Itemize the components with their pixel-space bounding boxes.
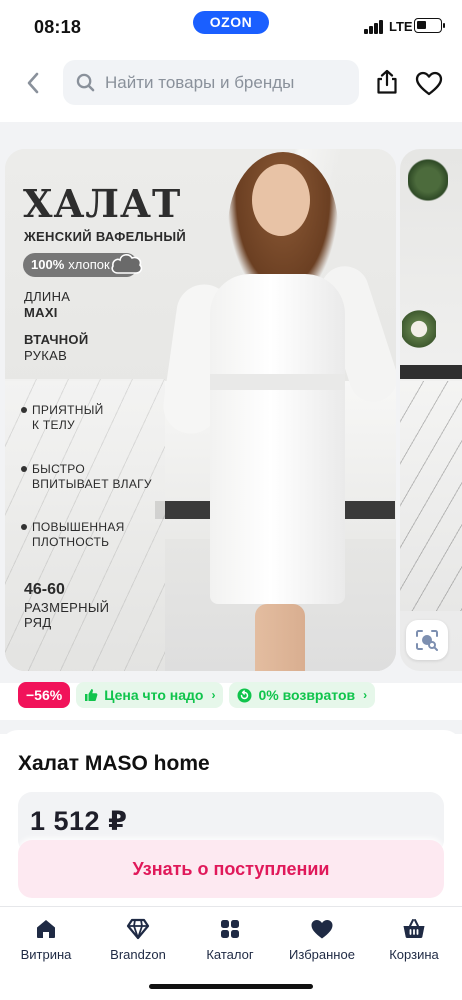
feature-bullet-2: БЫСТРО ВПИТЫВАЕТ ВЛАГУ bbox=[21, 462, 152, 492]
chevron-right-icon: › bbox=[211, 688, 216, 702]
length-value: MAXI bbox=[24, 305, 58, 320]
feature-1-line-1: ПРИЯТНЫЙ bbox=[32, 403, 104, 417]
home-indicator bbox=[149, 984, 313, 989]
cotton-badge: 100% хлопок bbox=[23, 253, 142, 277]
nav-item-favorites[interactable]: Избранное bbox=[276, 917, 368, 962]
nav-label: Корзина bbox=[389, 947, 439, 962]
ozon-logo-pill[interactable]: OZON bbox=[193, 11, 269, 34]
sleeve-bold: ВТАЧНОЙ bbox=[24, 332, 89, 347]
sleeve-text: РУКАВ bbox=[24, 348, 68, 363]
feature-bullet-1: ПРИЯТНЫЙ К ТЕЛУ bbox=[21, 403, 104, 433]
size-label-1: РАЗМЕРНЫЙ bbox=[24, 600, 110, 615]
chevron-left-icon bbox=[27, 72, 39, 94]
visual-search-button[interactable] bbox=[406, 620, 448, 660]
length-label: ДЛИНА bbox=[24, 289, 71, 304]
share-button[interactable] bbox=[372, 66, 402, 98]
heart-outline-icon bbox=[415, 71, 443, 95]
badge-row: −56% Цена что надо › 0% возвратов › bbox=[18, 682, 376, 708]
nav-label: Избранное bbox=[289, 947, 355, 962]
product-next-image[interactable] bbox=[400, 149, 462, 671]
chevron-right-icon: › bbox=[363, 688, 368, 702]
battery-icon bbox=[414, 18, 445, 33]
home-icon bbox=[37, 920, 55, 938]
image-search-icon bbox=[416, 630, 438, 651]
size-label-2: РЯД bbox=[24, 615, 52, 630]
diamond-icon bbox=[126, 918, 150, 940]
product-price: 1 512 ₽ bbox=[30, 806, 128, 836]
search-input[interactable] bbox=[105, 72, 335, 93]
image-subtitle: ЖЕНСКИЙ ВАФЕЛЬНЫЙ bbox=[24, 229, 187, 244]
returns-label: 0% возвратов bbox=[258, 687, 356, 703]
status-time: 08:18 bbox=[34, 17, 82, 37]
search-icon bbox=[76, 73, 95, 92]
signal-icon bbox=[364, 20, 386, 34]
return-icon bbox=[237, 688, 252, 702]
feature-2-line-2: ВПИТЫВАЕТ ВЛАГУ bbox=[32, 477, 152, 491]
favorite-button[interactable] bbox=[413, 67, 445, 99]
discount-badge: −56% bbox=[18, 682, 71, 708]
feature-3-line-2: ПЛОТНОСТЬ bbox=[32, 535, 110, 549]
feature-3-line-1: ПОВЫШЕННАЯ bbox=[32, 520, 125, 534]
product-gallery[interactable]: ХАЛАТ ЖЕНСКИЙ ВАФЕЛЬНЫЙ 100% хлопок ДЛИН… bbox=[0, 141, 462, 683]
grid-icon bbox=[221, 920, 239, 938]
cotton-label: хлопок bbox=[68, 257, 110, 272]
network-label: LTE bbox=[389, 19, 413, 34]
nav-label: Каталог bbox=[206, 947, 254, 962]
product-title: Халат MASO home bbox=[18, 752, 210, 775]
nav-item-catalog[interactable]: Каталог bbox=[184, 917, 276, 962]
image-model-figure bbox=[159, 152, 396, 671]
basket-icon bbox=[403, 919, 425, 938]
cotton-pct: 100% bbox=[31, 257, 65, 272]
price-ok-badge[interactable]: Цена что надо › bbox=[76, 682, 224, 708]
thumbs-up-icon bbox=[85, 689, 98, 701]
nav-item-cart[interactable]: Корзина bbox=[368, 917, 460, 962]
nav-label: Витрина bbox=[20, 947, 72, 962]
back-button[interactable] bbox=[18, 66, 48, 100]
feature-1-line-2: К ТЕЛУ bbox=[32, 418, 75, 432]
nav-item-vitrina[interactable]: Витрина bbox=[0, 917, 92, 962]
status-bar: 08:18 OZON LTE bbox=[0, 0, 462, 52]
search-bar[interactable] bbox=[63, 60, 359, 105]
returns-badge[interactable]: 0% возвратов › bbox=[229, 682, 376, 708]
heart-icon bbox=[311, 920, 333, 939]
image-title: ХАЛАТ bbox=[23, 181, 182, 226]
price-ok-label: Цена что надо bbox=[104, 687, 204, 703]
nav-item-brandzon[interactable]: Brandzon bbox=[92, 917, 184, 962]
notify-button[interactable]: Узнать о поступлении bbox=[18, 840, 444, 898]
product-main-image[interactable]: ХАЛАТ ЖЕНСКИЙ ВАФЕЛЬНЫЙ 100% хлопок ДЛИН… bbox=[5, 149, 396, 671]
feature-bullet-3: ПОВЫШЕННАЯ ПЛОТНОСТЬ bbox=[21, 520, 125, 550]
share-icon bbox=[377, 69, 397, 94]
feature-2-line-1: БЫСТРО bbox=[32, 462, 85, 476]
size-range: 46-60 bbox=[24, 581, 65, 598]
cloud-icon bbox=[111, 254, 142, 274]
nav-label: Brandzon bbox=[110, 947, 166, 962]
